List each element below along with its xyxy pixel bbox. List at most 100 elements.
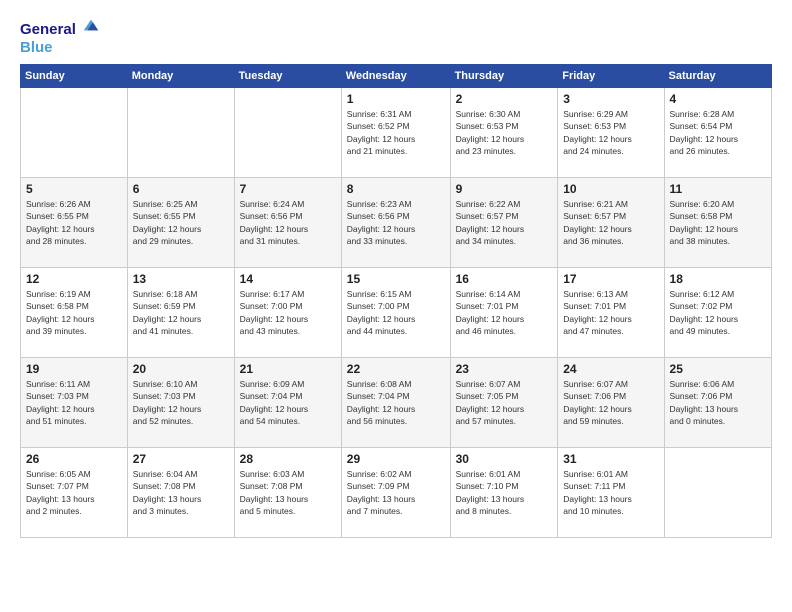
- day-header-sunday: Sunday: [21, 65, 128, 88]
- day-info: Sunrise: 6:01 AM Sunset: 7:10 PM Dayligh…: [456, 468, 553, 517]
- day-number: 18: [670, 272, 766, 286]
- day-number: 19: [26, 362, 122, 376]
- day-number: 8: [347, 182, 445, 196]
- day-header-wednesday: Wednesday: [341, 65, 450, 88]
- day-number: 9: [456, 182, 553, 196]
- day-number: 29: [347, 452, 445, 466]
- week-row-4: 26Sunrise: 6:05 AM Sunset: 7:07 PM Dayli…: [21, 448, 772, 538]
- day-info: Sunrise: 6:01 AM Sunset: 7:11 PM Dayligh…: [563, 468, 658, 517]
- day-header-saturday: Saturday: [664, 65, 771, 88]
- calendar-cell: 5Sunrise: 6:26 AM Sunset: 6:55 PM Daylig…: [21, 178, 128, 268]
- day-number: 3: [563, 92, 658, 106]
- calendar-cell: 13 Sunrise: 6:18 AM Sunset: 6:59 PM Dayli…: [127, 268, 234, 358]
- day-number: 16: [456, 272, 553, 286]
- day-info: Sunrise: 6:20 AM Sunset: 6:58 PM Dayligh…: [670, 198, 766, 247]
- day-header-thursday: Thursday: [450, 65, 558, 88]
- day-info: Sunrise: 6:23 AM Sunset: 6:56 PM Dayligh…: [347, 198, 445, 247]
- calendar-cell: 10 Sunrise: 6:21 AM Sunset: 6:57 PM Dayli…: [558, 178, 664, 268]
- calendar-cell: 20 Sunrise: 6:10 AM Sunset: 7:03 PM Dayli…: [127, 358, 234, 448]
- day-info: Sunrise: 6:12 AM Sunset: 7:02 PM Dayligh…: [670, 288, 766, 337]
- calendar-cell: 22Sunrise: 6:08 AM Sunset: 7:04 PM Dayli…: [341, 358, 450, 448]
- day-number: 10: [563, 182, 658, 196]
- calendar-cell: [234, 88, 341, 178]
- day-info: Sunrise: 6:18 AM Sunset: 6:59 PM Dayligh…: [133, 288, 229, 337]
- day-header-friday: Friday: [558, 65, 664, 88]
- calendar-cell: 14 Sunrise: 6:17 AM Sunset: 7:00 PM Dayli…: [234, 268, 341, 358]
- day-info: Sunrise: 6:10 AM Sunset: 7:03 PM Dayligh…: [133, 378, 229, 427]
- calendar-cell: 9 Sunrise: 6:22 AM Sunset: 6:57 PM Daylig…: [450, 178, 558, 268]
- day-info: Sunrise: 6:25 AM Sunset: 6:55 PM Dayligh…: [133, 198, 229, 247]
- day-info: Sunrise: 6:11 AM Sunset: 7:03 PM Dayligh…: [26, 378, 122, 427]
- calendar-cell: 28Sunrise: 6:03 AM Sunset: 7:08 PM Dayli…: [234, 448, 341, 538]
- calendar-cell: 2 Sunrise: 6:30 AM Sunset: 6:53 PM Daylig…: [450, 88, 558, 178]
- calendar-cell: 16 Sunrise: 6:14 AM Sunset: 7:01 PM Dayli…: [450, 268, 558, 358]
- logo-blue: Blue: [20, 39, 100, 56]
- day-number: 6: [133, 182, 229, 196]
- day-info: Sunrise: 6:30 AM Sunset: 6:53 PM Dayligh…: [456, 108, 553, 157]
- calendar-cell: 25 Sunrise: 6:06 AM Sunset: 7:06 PM Dayli…: [664, 358, 771, 448]
- calendar-cell: 7Sunrise: 6:24 AM Sunset: 6:56 PM Daylig…: [234, 178, 341, 268]
- day-info: Sunrise: 6:04 AM Sunset: 7:08 PM Dayligh…: [133, 468, 229, 517]
- calendar-cell: 19 Sunrise: 6:11 AM Sunset: 7:03 PM Dayli…: [21, 358, 128, 448]
- day-number: 13: [133, 272, 229, 286]
- calendar-cell: 17 Sunrise: 6:13 AM Sunset: 7:01 PM Dayli…: [558, 268, 664, 358]
- calendar-cell: 15Sunrise: 6:15 AM Sunset: 7:00 PM Dayli…: [341, 268, 450, 358]
- day-info: Sunrise: 6:09 AM Sunset: 7:04 PM Dayligh…: [240, 378, 336, 427]
- day-number: 5: [26, 182, 122, 196]
- day-header-tuesday: Tuesday: [234, 65, 341, 88]
- calendar-cell: 18 Sunrise: 6:12 AM Sunset: 7:02 PM Dayli…: [664, 268, 771, 358]
- day-number: 25: [670, 362, 766, 376]
- day-info: Sunrise: 6:03 AM Sunset: 7:08 PM Dayligh…: [240, 468, 336, 517]
- day-number: 22: [347, 362, 445, 376]
- week-row-3: 19 Sunrise: 6:11 AM Sunset: 7:03 PM Dayli…: [21, 358, 772, 448]
- day-info: Sunrise: 6:31 AM Sunset: 6:52 PM Dayligh…: [347, 108, 445, 157]
- day-number: 15: [347, 272, 445, 286]
- day-number: 2: [456, 92, 553, 106]
- calendar-cell: 29 Sunrise: 6:02 AM Sunset: 7:09 PM Dayli…: [341, 448, 450, 538]
- calendar-cell: 12Sunrise: 6:19 AM Sunset: 6:58 PM Dayli…: [21, 268, 128, 358]
- calendar-cell: [21, 88, 128, 178]
- day-info: Sunrise: 6:21 AM Sunset: 6:57 PM Dayligh…: [563, 198, 658, 247]
- day-number: 24: [563, 362, 658, 376]
- day-number: 4: [670, 92, 766, 106]
- day-number: 23: [456, 362, 553, 376]
- calendar-cell: 1 Sunrise: 6:31 AM Sunset: 6:52 PM Daylig…: [341, 88, 450, 178]
- calendar-cell: [127, 88, 234, 178]
- day-info: Sunrise: 6:14 AM Sunset: 7:01 PM Dayligh…: [456, 288, 553, 337]
- day-info: Sunrise: 6:07 AM Sunset: 7:05 PM Dayligh…: [456, 378, 553, 427]
- day-info: Sunrise: 6:24 AM Sunset: 6:56 PM Dayligh…: [240, 198, 336, 247]
- day-info: Sunrise: 6:17 AM Sunset: 7:00 PM Dayligh…: [240, 288, 336, 337]
- page: General Blue SundayMondayTuesdayWednesda…: [0, 0, 792, 612]
- day-number: 20: [133, 362, 229, 376]
- logo-icon: [82, 16, 100, 34]
- day-number: 30: [456, 452, 553, 466]
- day-info: Sunrise: 6:28 AM Sunset: 6:54 PM Dayligh…: [670, 108, 766, 157]
- day-info: Sunrise: 6:07 AM Sunset: 7:06 PM Dayligh…: [563, 378, 658, 427]
- day-number: 31: [563, 452, 658, 466]
- logo-text: General: [20, 16, 100, 39]
- calendar-cell: 23 Sunrise: 6:07 AM Sunset: 7:05 PM Dayli…: [450, 358, 558, 448]
- calendar-cell: 27Sunrise: 6:04 AM Sunset: 7:08 PM Dayli…: [127, 448, 234, 538]
- day-number: 14: [240, 272, 336, 286]
- day-info: Sunrise: 6:22 AM Sunset: 6:57 PM Dayligh…: [456, 198, 553, 247]
- week-row-1: 5Sunrise: 6:26 AM Sunset: 6:55 PM Daylig…: [21, 178, 772, 268]
- day-info: Sunrise: 6:19 AM Sunset: 6:58 PM Dayligh…: [26, 288, 122, 337]
- calendar: SundayMondayTuesdayWednesdayThursdayFrid…: [20, 64, 772, 538]
- day-number: 21: [240, 362, 336, 376]
- day-number: 1: [347, 92, 445, 106]
- day-info: Sunrise: 6:13 AM Sunset: 7:01 PM Dayligh…: [563, 288, 658, 337]
- calendar-cell: 11Sunrise: 6:20 AM Sunset: 6:58 PM Dayli…: [664, 178, 771, 268]
- calendar-cell: 24 Sunrise: 6:07 AM Sunset: 7:06 PM Dayli…: [558, 358, 664, 448]
- day-info: Sunrise: 6:02 AM Sunset: 7:09 PM Dayligh…: [347, 468, 445, 517]
- calendar-cell: 3Sunrise: 6:29 AM Sunset: 6:53 PM Daylig…: [558, 88, 664, 178]
- header: General Blue: [20, 16, 772, 56]
- day-number: 17: [563, 272, 658, 286]
- calendar-cell: 26Sunrise: 6:05 AM Sunset: 7:07 PM Dayli…: [21, 448, 128, 538]
- calendar-cell: 6 Sunrise: 6:25 AM Sunset: 6:55 PM Daylig…: [127, 178, 234, 268]
- calendar-cell: 21 Sunrise: 6:09 AM Sunset: 7:04 PM Dayli…: [234, 358, 341, 448]
- day-info: Sunrise: 6:06 AM Sunset: 7:06 PM Dayligh…: [670, 378, 766, 427]
- day-header-monday: Monday: [127, 65, 234, 88]
- calendar-cell: 4 Sunrise: 6:28 AM Sunset: 6:54 PM Daylig…: [664, 88, 771, 178]
- week-row-2: 12Sunrise: 6:19 AM Sunset: 6:58 PM Dayli…: [21, 268, 772, 358]
- calendar-cell: 8 Sunrise: 6:23 AM Sunset: 6:56 PM Daylig…: [341, 178, 450, 268]
